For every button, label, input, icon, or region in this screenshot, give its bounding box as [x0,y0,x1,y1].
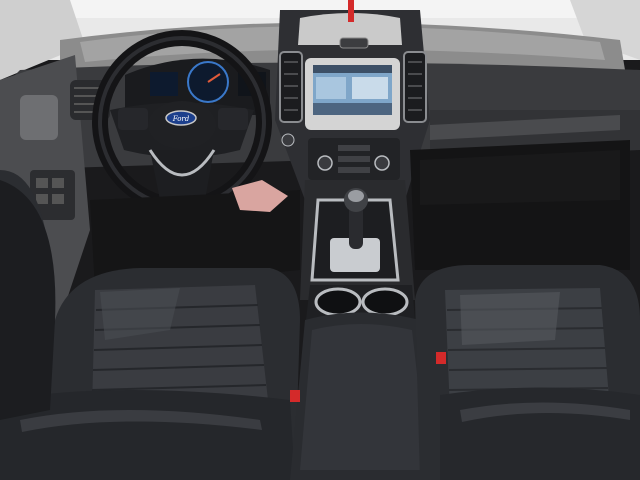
door-handle [20,95,58,140]
passenger-seat [415,265,640,480]
red-tag [348,0,354,22]
emblem-text: Ford [172,115,190,123]
hazard-button[interactable] [339,37,369,49]
passenger-belt-buckle[interactable] [436,352,446,364]
driver-belt-buckle[interactable] [290,390,300,402]
right-temp-knob[interactable] [374,155,390,171]
volume-knob[interactable] [281,133,295,147]
left-temp-knob[interactable] [317,155,333,171]
car-interior-photo: Ford [0,0,640,480]
